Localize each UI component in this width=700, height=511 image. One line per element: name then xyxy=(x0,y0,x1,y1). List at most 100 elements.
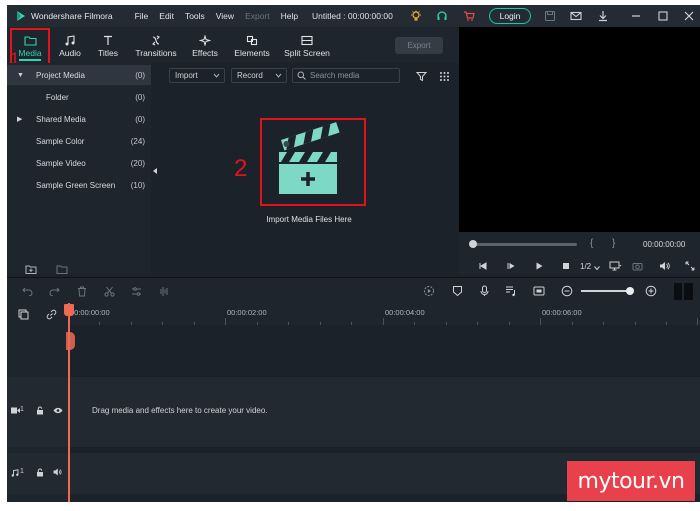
eye-visibility-icon[interactable] xyxy=(53,407,63,414)
speaker-volume-icon[interactable] xyxy=(53,468,62,476)
play-icon[interactable] xyxy=(533,260,545,272)
lock-icon[interactable] xyxy=(36,468,44,477)
scrubber-handle[interactable] xyxy=(469,240,477,248)
export-button[interactable]: Export xyxy=(395,37,443,54)
audio-waveform-icon[interactable] xyxy=(157,285,169,297)
media-library-panel: ▼ Project Media (0) Folder (0) ▶ Shared … xyxy=(7,63,151,276)
title-t-icon xyxy=(104,35,112,45)
tab-split-screen-label: Split Screen xyxy=(284,48,330,58)
search-input[interactable]: Search media xyxy=(292,68,400,83)
menu-view[interactable]: View xyxy=(216,11,234,21)
adjust-sliders-icon[interactable] xyxy=(130,285,142,297)
tab-elements-label: Elements xyxy=(234,48,270,58)
app-name: Wondershare Filmora xyxy=(31,11,113,21)
cart-icon[interactable] xyxy=(462,9,476,23)
add-track-icon[interactable] xyxy=(16,307,30,321)
redo-icon[interactable] xyxy=(48,285,60,297)
zoom-slider-handle[interactable] xyxy=(626,287,634,295)
lock-icon[interactable] xyxy=(36,406,44,415)
menu-edit[interactable]: Edit xyxy=(159,11,174,21)
grid-view-icon[interactable] xyxy=(437,69,451,83)
maximize-icon[interactable] xyxy=(656,9,670,23)
mark-out-brace[interactable]: } xyxy=(612,238,615,249)
tree-item-shared-media[interactable]: ▶ Shared Media (0) xyxy=(7,109,151,129)
scissors-cut-icon[interactable] xyxy=(103,285,115,297)
menu-file[interactable]: File xyxy=(135,11,149,21)
menu-tools[interactable]: Tools xyxy=(185,11,205,21)
volume-icon[interactable] xyxy=(658,260,670,272)
stop-icon[interactable] xyxy=(560,260,572,272)
tab-transitions-label: Transitions xyxy=(135,48,177,58)
playback-scrubber[interactable] xyxy=(473,243,577,246)
tab-transitions[interactable]: Transitions xyxy=(131,29,181,61)
panel-toggle-left[interactable] xyxy=(674,283,682,300)
mail-icon[interactable] xyxy=(569,9,583,23)
panel-toggle-right[interactable] xyxy=(684,283,693,300)
tab-elements[interactable]: Elements xyxy=(231,29,273,61)
import-dropdown[interactable]: Import xyxy=(169,68,225,83)
video-track-number: 1 xyxy=(20,406,24,413)
new-folder-icon[interactable] xyxy=(24,262,38,276)
timeline-ruler[interactable]: 00:00:00:00 00:00:02:00 00:00:04:00 00:0… xyxy=(7,303,700,325)
render-preview-icon[interactable] xyxy=(423,285,435,297)
media-toolbar: Media Audio Titles Transitions Effects E… xyxy=(7,27,459,63)
minimize-icon[interactable] xyxy=(629,9,643,23)
tab-titles-label: Titles xyxy=(98,48,118,58)
playhead-handle[interactable] xyxy=(64,304,74,316)
voiceover-list-icon[interactable] xyxy=(505,285,517,297)
zoom-in-icon[interactable] xyxy=(645,285,657,297)
link-chain-icon[interactable] xyxy=(44,307,58,321)
close-icon[interactable] xyxy=(682,9,696,23)
tree-item-sample-green-screen[interactable]: Sample Green Screen (10) xyxy=(7,175,151,195)
headset-support-icon[interactable] xyxy=(435,9,449,23)
collapse-arrow-icon[interactable]: ▶ xyxy=(17,115,22,123)
tab-audio[interactable]: Audio xyxy=(53,29,87,61)
menu-export[interactable]: Export xyxy=(245,11,270,21)
ruler-tick-label: 00:00:00:00 xyxy=(70,308,110,317)
import-dropdown-label: Import xyxy=(175,71,198,80)
display-monitor-icon[interactable] xyxy=(608,260,622,272)
tree-item-label: Project Media xyxy=(36,70,85,80)
tree-item-sample-video[interactable]: Sample Video (20) xyxy=(7,153,151,173)
microphone-icon[interactable] xyxy=(478,285,490,297)
tree-item-sample-color[interactable]: Sample Color (24) xyxy=(7,131,151,151)
download-icon[interactable] xyxy=(596,9,610,23)
preview-player xyxy=(459,27,700,232)
chevron-left-icon xyxy=(153,168,157,174)
tab-titles[interactable]: Titles xyxy=(93,29,123,61)
panel-collapse-handle[interactable] xyxy=(151,63,159,275)
zoom-slider[interactable] xyxy=(581,290,631,292)
marker-shield-icon[interactable] xyxy=(451,285,463,297)
preview-timecode: 00:00:00:00 xyxy=(643,240,686,249)
expand-arrow-icon[interactable]: ▼ xyxy=(17,72,24,79)
previous-frame-icon[interactable] xyxy=(477,260,489,272)
playback-quality-select[interactable]: 1/2 xyxy=(580,262,591,271)
tab-split-screen[interactable]: Split Screen xyxy=(283,29,331,61)
tree-item-count: (20) xyxy=(130,158,145,168)
elements-icon xyxy=(246,35,258,46)
save-icon[interactable] xyxy=(543,9,557,23)
folder-outline-icon[interactable] xyxy=(55,262,69,276)
login-button[interactable]: Login xyxy=(489,8,531,24)
zoom-out-icon[interactable] xyxy=(561,285,573,297)
play-reverse-icon[interactable] xyxy=(505,260,517,272)
audio-track-number: 1 xyxy=(20,468,24,475)
lightbulb-icon[interactable] xyxy=(409,9,423,23)
snapshot-camera-icon[interactable] xyxy=(631,260,643,272)
undo-icon[interactable] xyxy=(21,285,33,297)
tree-item-folder[interactable]: Folder (0) xyxy=(7,87,151,107)
tree-item-project-media[interactable]: ▼ Project Media (0) xyxy=(7,65,151,85)
delete-trash-icon[interactable] xyxy=(76,285,88,297)
picture-in-picture-icon[interactable] xyxy=(533,285,545,297)
mark-in-brace[interactable]: { xyxy=(590,238,593,249)
chevron-down-icon[interactable] xyxy=(594,265,600,271)
ruler-tick-label: 00:00:04:00 xyxy=(385,308,425,317)
fullscreen-icon[interactable] xyxy=(684,260,696,272)
record-dropdown[interactable]: Record xyxy=(231,68,287,83)
playhead-grip[interactable] xyxy=(66,332,75,350)
tree-item-label: Folder xyxy=(46,92,69,102)
media-area: Import Record Search media 2 Import Medi… xyxy=(159,63,457,275)
filter-icon[interactable] xyxy=(414,69,428,83)
menu-help[interactable]: Help xyxy=(281,11,298,21)
tab-effects[interactable]: Effects xyxy=(188,29,222,61)
